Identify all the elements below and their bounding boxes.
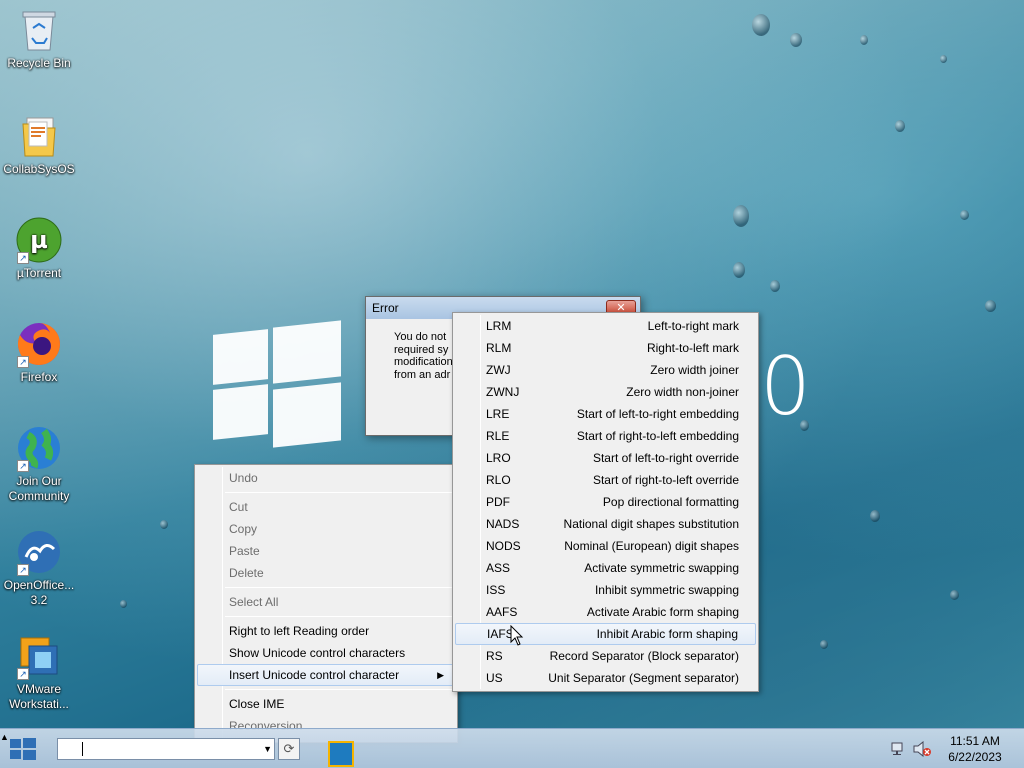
windows-logo [213,320,343,448]
clock-date: 6/22/2023 [948,750,1002,764]
shortcut-arrow-icon: ↗ [17,252,29,264]
submenu-item-iafs[interactable]: IAFS Inhibit Arabic form shaping [455,623,756,645]
refresh-button[interactable]: ⟳ [278,738,300,760]
folder-icon [15,112,63,160]
unicode-control-char-submenu: LRM Left-to-right mark RLM Right-to-left m… [452,312,759,692]
system-clock[interactable]: 11:51 AM 6/22/2023 [940,733,1010,765]
shortcut-arrow-icon: ↗ [17,460,29,472]
submenu-item-aafs[interactable]: AAFS Activate Arabic form shaping [453,601,758,623]
chevron-down-icon[interactable]: ▼ [263,739,272,759]
menu-item-cut[interactable]: Cut [195,496,457,518]
submenu-item-zwj[interactable]: ZWJ Zero width joiner [453,359,758,381]
submenu-item-rlm[interactable]: RLM Right-to-left mark [453,337,758,359]
desktop-icon-join-our-community[interactable]: ↗ Join Our Community [2,424,76,504]
clock-time: 11:51 AM [950,734,1000,748]
desktop-icon-label: Recycle Bin [7,56,71,70]
menu-item-select-all[interactable]: Select All [195,591,457,613]
menu-item-copy[interactable]: Copy [195,518,457,540]
text-caret [82,742,83,756]
submenu-item-ass[interactable]: ASS Activate symmetric swapping [453,557,758,579]
desktop-icon-firefox[interactable]: ↗ Firefox [2,320,76,385]
desktop-icon-label: CollabSysOS [3,162,75,176]
svg-text:µ: µ [30,226,48,254]
submenu-item-iss[interactable]: ISS Inhibit symmetric swapping [453,579,758,601]
refresh-icon: ⟳ [283,741,295,756]
menu-item-close-ime[interactable]: Close IME [195,693,457,715]
menu-item-rtl-reading-order[interactable]: Right to left Reading order [195,620,457,642]
submenu-item-nods[interactable]: NODS Nominal (European) digit shapes [453,535,758,557]
desktop-icon-collabsysos[interactable]: CollabSysOS [2,112,76,177]
firefox-icon: ↗ [15,320,63,368]
submenu-item-rlo[interactable]: RLO Start of right-to-left override [453,469,758,491]
menu-item-delete[interactable]: Delete [195,562,457,584]
submenu-item-rs[interactable]: RS Record Separator (Block separator) [453,645,758,667]
start-button[interactable] [8,737,38,761]
desktop-icon-vmware[interactable]: ↗ VMware Workstati... [2,632,76,712]
submenu-item-lrm[interactable]: LRM Left-to-right mark [453,315,758,337]
mouse-cursor-icon [510,625,524,646]
vmware-icon: ↗ [15,632,63,680]
submenu-item-pdf[interactable]: PDF Pop directional formatting [453,491,758,513]
desktop-icon-openoffice[interactable]: ↗ OpenOffice... 3.2 [2,528,76,608]
context-menu: Undo Cut Copy Paste Delete Select All Ri… [194,464,458,743]
menu-item-show-unicode-control-chars[interactable]: Show Unicode control characters [195,642,457,664]
desktop-icon-label: OpenOffice... 3.2 [3,578,75,607]
recycle-bin-icon [15,6,63,54]
desktop-icon-utorrent[interactable]: µ ↗ µTorrent [2,216,76,281]
desktop-icon-label: Join Our Community [8,474,70,503]
shortcut-arrow-icon: ↗ [17,564,29,576]
desktop-icon-label: VMware Workstati... [9,682,69,711]
desktop-icon-label: µTorrent [16,266,62,280]
submenu-item-us[interactable]: US Unit Separator (Segment separator) [453,667,758,689]
desktop-icon-recycle-bin[interactable]: Recycle Bin [2,6,76,71]
desktop-icon-label: Firefox [20,370,58,384]
address-input[interactable]: ▼ [57,738,275,760]
globe-icon: ↗ [15,424,63,472]
menu-item-insert-unicode-control-char[interactable]: Insert Unicode control character ▶ [197,664,455,686]
submenu-item-lro[interactable]: LRO Start of left-to-right override [453,447,758,469]
submenu-item-rle[interactable]: RLE Start of right-to-left embedding [453,425,758,447]
submenu-item-zwnj[interactable]: ZWNJ Zero width non-joiner [453,381,758,403]
taskbar-app-button[interactable] [328,741,354,767]
wallpaper-text: 0 [760,340,811,433]
shortcut-arrow-icon: ↗ [17,356,29,368]
shortcut-arrow-icon: ↗ [17,668,29,680]
network-icon[interactable] [891,741,907,757]
submenu-item-lre[interactable]: LRE Start of left-to-right embedding [453,403,758,425]
utorrent-icon: µ ↗ [15,216,63,264]
volume-muted-icon[interactable] [913,741,931,757]
openoffice-icon: ↗ [15,528,63,576]
menu-item-paste[interactable]: Paste [195,540,457,562]
submenu-arrow-icon: ▶ [437,670,444,680]
dialog-title: Error [372,301,399,315]
menu-item-undo[interactable]: Undo [195,467,457,489]
submenu-item-nads[interactable]: NADS National digit shapes substitution [453,513,758,535]
taskbar: ▼ ⟳ ▲ 11:51 AM 6/22/2023 [0,728,1024,768]
